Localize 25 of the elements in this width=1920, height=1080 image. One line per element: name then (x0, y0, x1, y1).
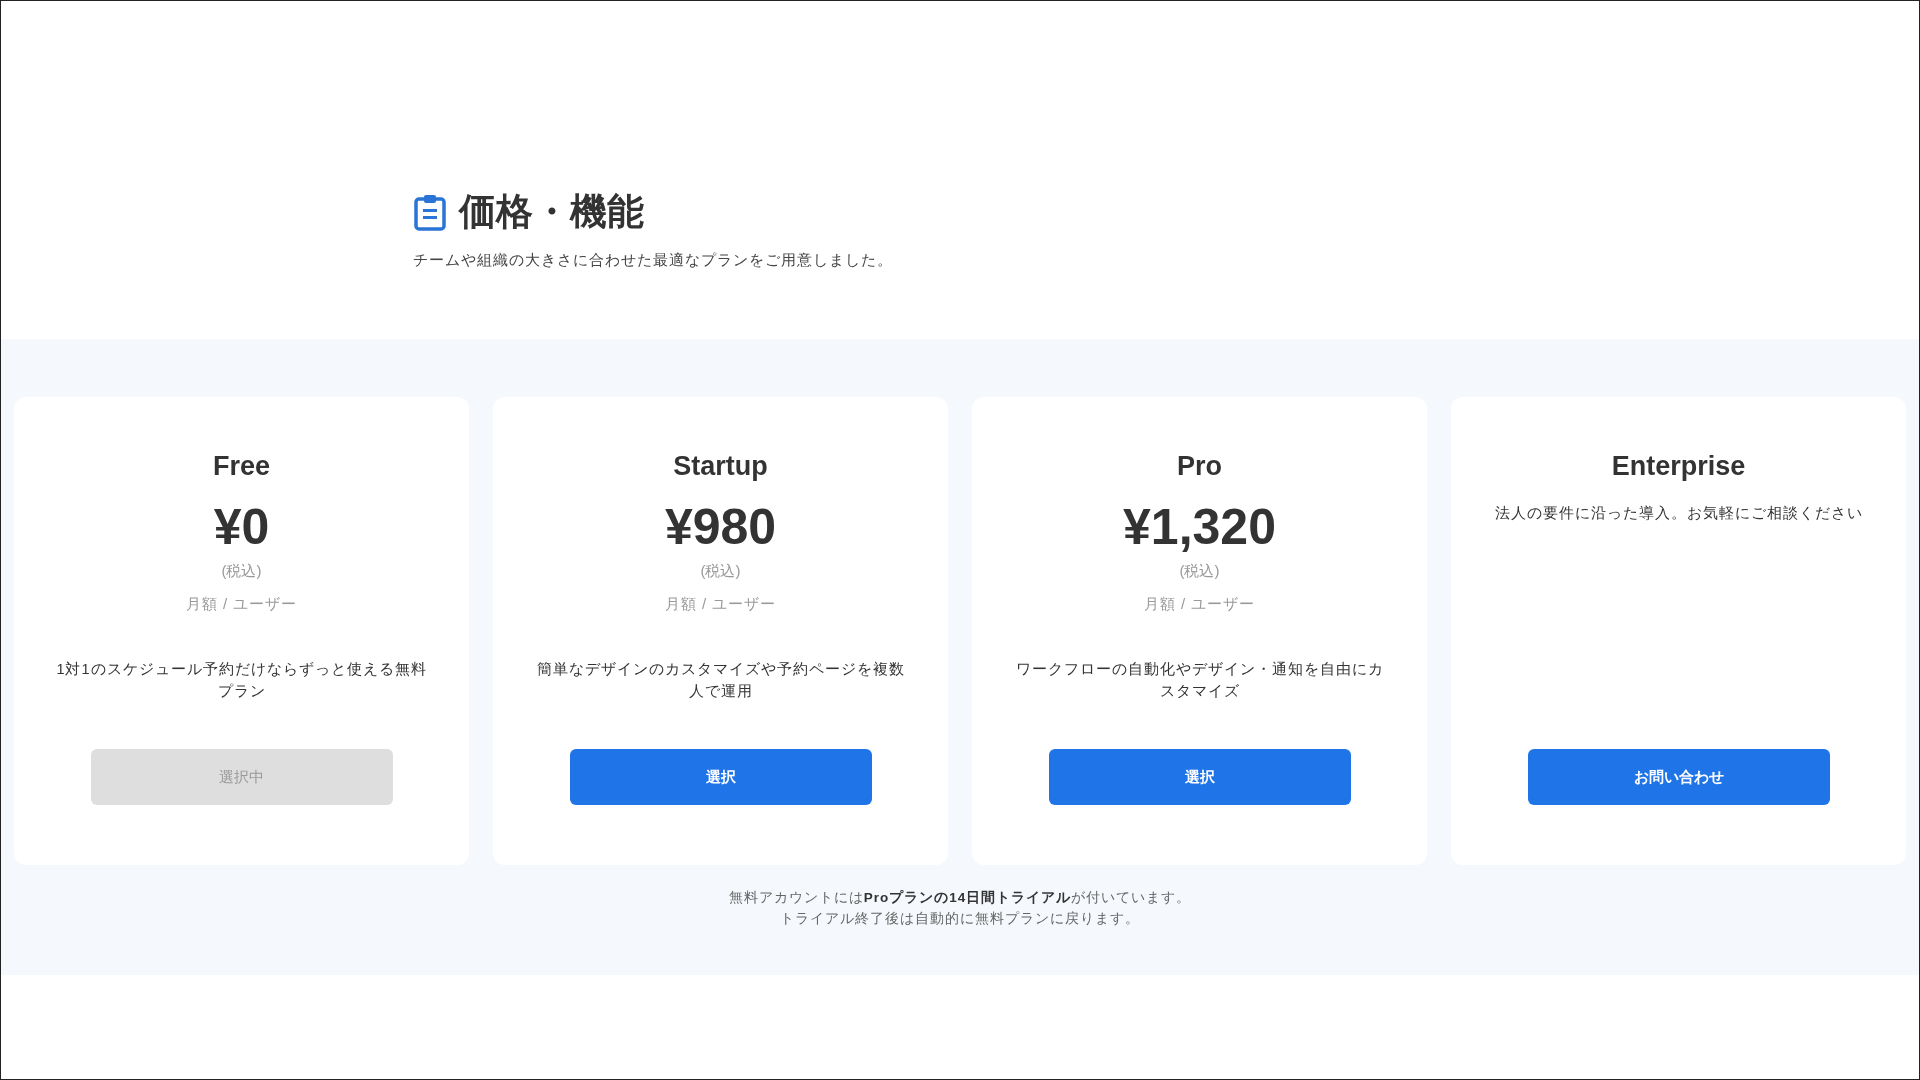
plan-description: 法人の要件に沿った導入。お気軽にご相談ください (1494, 504, 1863, 523)
tax-note: (税込) (1179, 562, 1220, 581)
page-title: 価格・機能 (459, 190, 644, 234)
tax-note: (税込) (700, 562, 741, 581)
price-unit: 月額 / ユーザー (185, 595, 298, 614)
plan-price: ¥980 (664, 498, 777, 556)
plan-description: 簡単なデザインのカスタマイズや予約ページを複数人で運用 (535, 660, 906, 701)
plan-price: ¥1,320 (1123, 498, 1276, 556)
plan-name: Free (212, 451, 270, 482)
plan-description: 1対1のスケジュール予約だけならずっと使える無料プラン (55, 660, 428, 701)
plan-description: ワークフローの自動化やデザイン・通知を自由にカスタマイズ (1014, 660, 1385, 701)
tax-note: (税込) (221, 562, 262, 581)
price-unit: 月額 / ユーザー (664, 595, 777, 614)
plan-name: Enterprise (1611, 451, 1746, 482)
select-plan-button[interactable]: 選択 (569, 749, 872, 805)
select-plan-button[interactable]: お問い合わせ (1527, 749, 1830, 805)
select-plan-button[interactable]: 選択 (1048, 749, 1351, 805)
plan-name: Startup (673, 451, 768, 482)
price-unit: 月額 / ユーザー (1143, 595, 1256, 614)
footnote-text: トライアル終了後は自動的に無料プランに戻ります。 (779, 910, 1141, 928)
plan-name: Pro (1177, 451, 1222, 482)
footnote-text: 無料アカウントにはProプランの14日間トライアルが付いています。 (727, 889, 1193, 907)
page-subtitle: チームや組織の大きさに合わせた最適なプランをご用意しました。 (413, 251, 894, 270)
plan-price: ¥0 (213, 498, 270, 556)
clipboard-icon (413, 193, 447, 231)
